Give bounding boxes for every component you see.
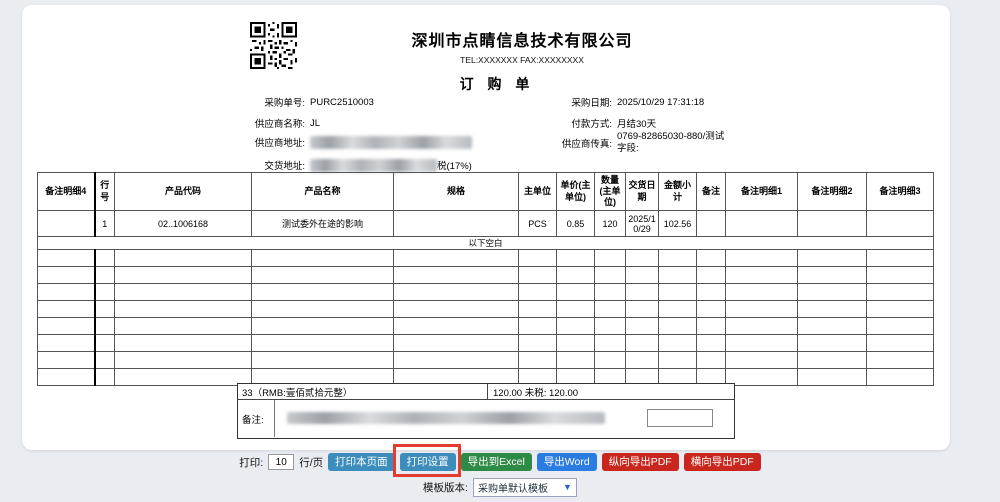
cell-remark-detail3 xyxy=(867,211,934,237)
template-controls-row: 模板版本: 采购单默认模板 ▼ xyxy=(0,477,1000,497)
order-date-value: 2025/10/29 17:31:18 xyxy=(617,97,704,108)
empty-table-row xyxy=(38,250,934,267)
cell-unit-price: 0.85 xyxy=(557,211,595,237)
cell-remark-detail4 xyxy=(38,211,95,237)
delivery-address-row: 交货地址: 税(17%) xyxy=(233,157,472,173)
contact-line: TEL:XXXXXXX FAX:XXXXXXXX xyxy=(202,55,842,65)
purchase-order-sheet: 深圳市点睛信息技术有限公司 TEL:XXXXXXX FAX:XXXXXXXX 订… xyxy=(22,5,950,450)
order-no-row: 采购单号: PURC2510003 xyxy=(233,95,374,109)
supplier-name-label: 供应商名称: xyxy=(233,116,305,130)
remark-label: 备注: xyxy=(238,400,275,437)
payment-row: 付款方式: 月结30天 xyxy=(527,116,656,130)
table-header-row: 备注明细4 行号 产品代码 产品名称 规格 主单位 单价(主单位) 数量(主单位… xyxy=(38,173,934,211)
cell-line-no: 1 xyxy=(95,211,115,237)
chevron-down-icon: ▼ xyxy=(563,483,572,492)
payment-value: 月结30天 xyxy=(617,116,656,130)
order-no-label: 采购单号: xyxy=(233,95,305,109)
template-version-label: 模板版本: xyxy=(423,480,468,495)
supplier-address-redacted xyxy=(310,136,472,149)
col-header-spec: 规格 xyxy=(394,173,519,211)
print-label: 打印: xyxy=(239,455,263,470)
template-selected-value: 采购单默认模板 xyxy=(478,480,548,495)
empty-table-row xyxy=(38,318,934,335)
supplier-fax-value: 0769-82865030-880/测试字段: xyxy=(617,131,725,155)
remark-extra-input[interactable] xyxy=(647,409,713,427)
supplier-name-row: 供应商名称: JL xyxy=(233,116,320,130)
company-name: 深圳市点睛信息技术有限公司 xyxy=(202,27,842,51)
order-items-table: 备注明细4 行号 产品代码 产品名称 规格 主单位 单价(主单位) 数量(主单位… xyxy=(37,172,934,386)
rows-per-page-input[interactable] xyxy=(268,454,294,470)
supplier-fax-row: 供应商传真: 0769-82865030-880/测试字段: xyxy=(527,131,725,155)
payment-label: 付款方式: xyxy=(527,116,612,130)
summary-box: 33（RMB:壹佰贰拾元整） 120.00 未税: 120.00 备注: xyxy=(237,383,735,439)
template-select[interactable]: 采购单默认模板 ▼ xyxy=(473,478,577,497)
print-settings-highlight-wrap: 打印设置 xyxy=(400,453,456,471)
col-header-remark-detail2: 备注明细2 xyxy=(798,173,867,211)
cell-qty: 120 xyxy=(595,211,626,237)
cell-product-code: 02..1006168 xyxy=(115,211,252,237)
col-header-subtotal: 金额小计 xyxy=(659,173,697,211)
col-header-remark-detail4: 备注明细4 xyxy=(38,173,95,211)
empty-table-row xyxy=(38,267,934,284)
cell-unit: PCS xyxy=(519,211,557,237)
empty-table-row xyxy=(38,301,934,318)
print-controls-row: 打印: 行/页 打印本页面 打印设置 导出到Excel 导出Word 纵向导出P… xyxy=(0,451,1000,473)
blank-note-row: 以下空白 xyxy=(38,237,934,250)
col-header-delivery-date: 交货日期 xyxy=(626,173,659,211)
cell-remark-detail1 xyxy=(726,211,798,237)
cell-remark-detail2 xyxy=(798,211,867,237)
col-header-unit: 主单位 xyxy=(519,173,557,211)
remark-content xyxy=(275,400,734,437)
col-header-product-name: 产品名称 xyxy=(252,173,394,211)
delivery-address-suffix: 税(17%) xyxy=(437,158,472,172)
empty-table-row xyxy=(38,335,934,352)
col-header-unit-price: 单价(主单位) xyxy=(557,173,595,211)
empty-table-row xyxy=(38,352,934,369)
col-header-qty: 数量(主单位) xyxy=(595,173,626,211)
order-no-value: PURC2510003 xyxy=(310,97,374,108)
cell-remark xyxy=(697,211,726,237)
cell-subtotal: 102.56 xyxy=(659,211,697,237)
page-background: 深圳市点睛信息技术有限公司 TEL:XXXXXXX FAX:XXXXXXXX 订… xyxy=(0,0,1000,502)
amount-in-words: 33（RMB:壹佰贰拾元整） xyxy=(238,384,488,399)
order-date-row: 采购日期: 2025/10/29 17:31:18 xyxy=(527,95,704,109)
cell-delivery-date: 2025/10/29 xyxy=(626,211,659,237)
export-word-button[interactable]: 导出Word xyxy=(537,453,597,471)
table-row: 1 02..1006168 测试委外在途的影响 PCS 0.85 120 202… xyxy=(38,211,934,237)
blank-note-text: 以下空白 xyxy=(38,237,934,250)
col-header-remark-detail3: 备注明细3 xyxy=(867,173,934,211)
document-title: 订 购 单 xyxy=(177,74,817,94)
export-pdf-landscape-button[interactable]: 横向导出PDF xyxy=(684,453,761,471)
col-header-remark-detail1: 备注明细1 xyxy=(726,173,798,211)
remark-redacted-text xyxy=(287,412,605,424)
cell-spec xyxy=(394,211,519,237)
delivery-address-redacted xyxy=(310,159,437,172)
rows-per-page-unit: 行/页 xyxy=(299,455,323,470)
remark-row: 备注: xyxy=(238,400,734,437)
col-header-remark: 备注 xyxy=(697,173,726,211)
export-excel-button[interactable]: 导出到Excel xyxy=(461,453,532,471)
col-header-product-code: 产品代码 xyxy=(115,173,252,211)
empty-table-row xyxy=(38,284,934,301)
summary-total-row: 33（RMB:壹佰贰拾元整） 120.00 未税: 120.00 xyxy=(238,384,734,400)
delivery-address-label: 交货地址: xyxy=(233,158,305,172)
export-pdf-portrait-button[interactable]: 纵向导出PDF xyxy=(602,453,679,471)
order-table-body: 1 02..1006168 测试委外在途的影响 PCS 0.85 120 202… xyxy=(38,211,934,386)
col-header-line-no: 行号 xyxy=(95,173,115,211)
print-current-page-button[interactable]: 打印本页面 xyxy=(328,453,395,471)
print-settings-button[interactable]: 打印设置 xyxy=(400,453,456,471)
cell-product-name: 测试委外在途的影响 xyxy=(252,211,394,237)
supplier-address-label: 供应商地址: xyxy=(233,135,305,149)
supplier-name-value: JL xyxy=(310,118,320,129)
supplier-fax-label: 供应商传真: xyxy=(527,136,612,150)
amount-figures: 120.00 未税: 120.00 xyxy=(488,384,734,399)
order-date-label: 采购日期: xyxy=(527,95,612,109)
supplier-address-row: 供应商地址: xyxy=(233,133,472,151)
